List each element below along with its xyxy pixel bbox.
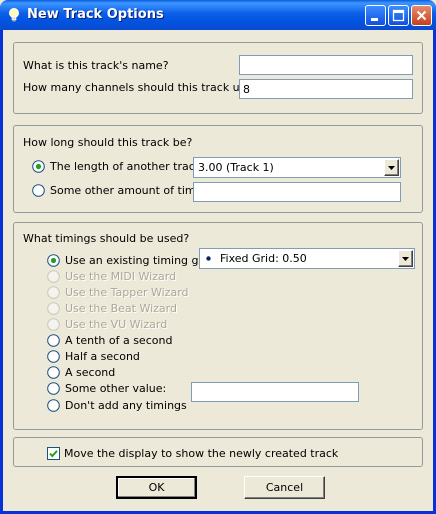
- another-track-dropdown-button[interactable]: [384, 159, 399, 176]
- minimize-icon: [371, 18, 378, 21]
- timing-tapper-wizard-label: Use the Tapper Wizard: [65, 286, 189, 299]
- title-bar[interactable]: New Track Options: [0, 0, 436, 30]
- timing-half-second-radio[interactable]: [47, 350, 60, 363]
- move-display-checkbox[interactable]: [47, 447, 60, 460]
- timing-beat-wizard-radio: [47, 302, 60, 315]
- timing-other-value-input[interactable]: [191, 382, 359, 402]
- timing-tapper-wizard-radio: [47, 286, 60, 299]
- length-other-time-label: Some other amount of time:: [50, 184, 207, 197]
- maximize-button[interactable]: [388, 5, 409, 26]
- length-heading: How long should this track be?: [23, 136, 193, 149]
- track-length-group: How long should this track be? The lengt…: [13, 125, 423, 213]
- timing-midi-wizard-radio: [47, 270, 60, 283]
- track-name-input[interactable]: [239, 55, 413, 75]
- grid-bullet-icon: [206, 256, 211, 261]
- name-channels-group: What is this track's name? How many chan…: [13, 42, 423, 114]
- timing-a-second-label: A second: [65, 366, 116, 379]
- timing-tenth-second-label: A tenth of a second: [65, 334, 173, 347]
- chevron-down-icon: [388, 166, 395, 170]
- timing-tenth-second-radio[interactable]: [47, 334, 60, 347]
- timings-heading: What timings should be used?: [23, 232, 190, 245]
- timing-half-second-label: Half a second: [65, 350, 140, 363]
- dialog-window: New Track Options What is this track's n…: [0, 0, 436, 514]
- timing-midi-wizard-label: Use the MIDI Wizard: [65, 270, 177, 283]
- other-time-input[interactable]: [193, 182, 401, 202]
- timing-existing-grid-label: Use an existing timing grid:: [65, 254, 217, 267]
- close-icon: [416, 10, 427, 21]
- length-other-time-radio[interactable]: [32, 184, 45, 197]
- chevron-down-icon: [402, 257, 409, 261]
- channels-input[interactable]: [239, 79, 413, 99]
- timing-grid-dropdown[interactable]: Fixed Grid: 0.50: [199, 248, 415, 269]
- length-another-track-radio[interactable]: [32, 160, 45, 173]
- another-track-value: 3.00 (Track 1): [198, 161, 274, 174]
- timing-no-timings-radio[interactable]: [47, 399, 60, 412]
- maximize-icon: [392, 9, 405, 22]
- display-group: Move the display to show the newly creat…: [13, 437, 423, 467]
- timing-a-second-radio[interactable]: [47, 366, 60, 379]
- light-bulb-icon: [9, 8, 19, 22]
- timing-vu-wizard-label: Use the VU Wizard: [65, 318, 168, 331]
- channels-label: How many channels should this track use?: [23, 81, 258, 94]
- length-another-track-label: The length of another track:: [50, 160, 205, 173]
- timing-no-timings-label: Don't add any timings: [65, 399, 187, 412]
- timing-grid-dropdown-button[interactable]: [398, 250, 413, 267]
- ok-button[interactable]: OK: [116, 476, 197, 499]
- minimize-button[interactable]: [365, 5, 386, 26]
- timing-vu-wizard-radio: [47, 318, 60, 331]
- timing-beat-wizard-label: Use the Beat Wizard: [65, 302, 177, 315]
- timing-grid-value: Fixed Grid: 0.50: [220, 252, 307, 265]
- move-display-label: Move the display to show the newly creat…: [64, 447, 339, 460]
- timing-other-value-label: Some other value:: [65, 382, 167, 395]
- timing-other-value-radio[interactable]: [47, 382, 60, 395]
- timings-group: What timings should be used? Use an exis…: [13, 222, 423, 430]
- track-name-label: What is this track's name?: [23, 59, 169, 72]
- another-track-dropdown[interactable]: 3.00 (Track 1): [193, 157, 401, 178]
- cancel-button[interactable]: Cancel: [244, 476, 325, 499]
- window-title: New Track Options: [27, 7, 164, 22]
- timing-existing-grid-radio[interactable]: [47, 254, 60, 267]
- close-button[interactable]: [411, 5, 432, 26]
